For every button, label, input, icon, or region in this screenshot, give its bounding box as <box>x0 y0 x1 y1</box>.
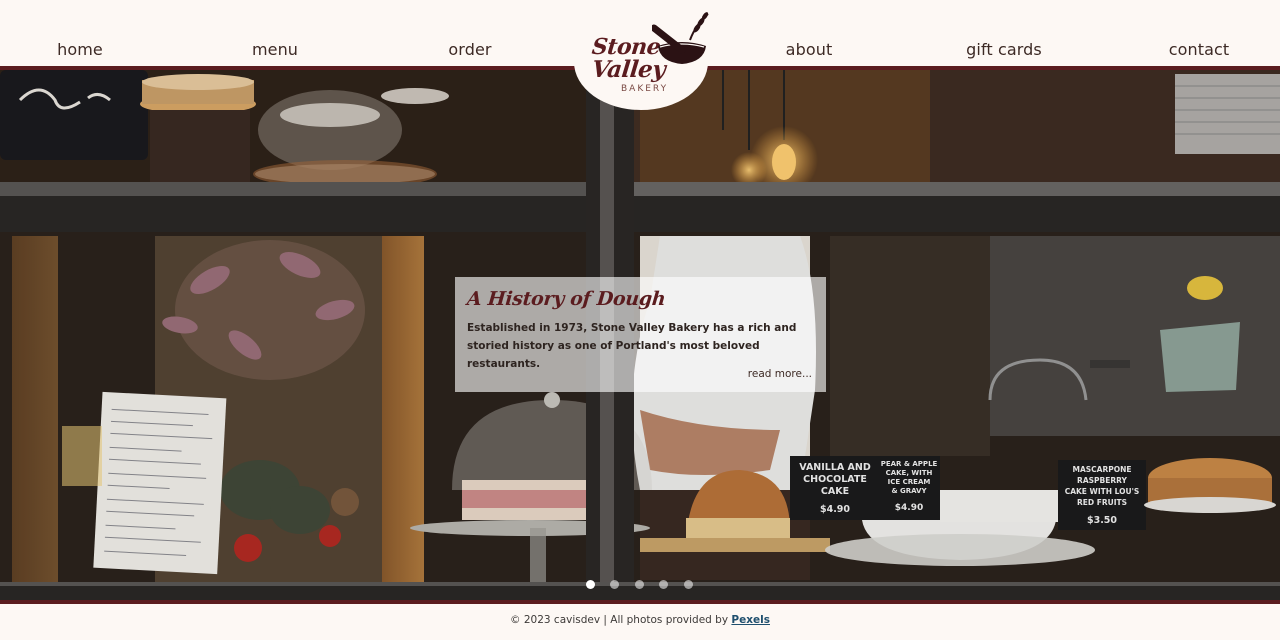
nav-home-link[interactable]: home <box>57 40 103 59</box>
nav-about-link[interactable]: about <box>786 40 833 59</box>
slide-dot-5[interactable] <box>684 580 693 589</box>
caption-title: A History of Dough <box>466 288 667 310</box>
slide-dot-4[interactable] <box>659 580 668 589</box>
slide-dot-3[interactable] <box>635 580 644 589</box>
read-more-link[interactable]: read more... <box>748 368 812 380</box>
nav-menu-link[interactable]: menu <box>252 40 298 59</box>
site-logo[interactable]: Stone Valley BAKERY <box>574 0 709 110</box>
slide-dot-1[interactable] <box>586 580 595 589</box>
footer-credits: © 2023 cavisdev | All photos provided by… <box>0 614 1280 626</box>
pexels-link[interactable]: Pexels <box>731 614 770 626</box>
nav-gift-cards-link[interactable]: gift cards <box>966 40 1042 59</box>
hero-caption-card: A History of Dough Established in 1973, … <box>455 277 826 392</box>
logo-text-bakery: BAKERY <box>621 84 669 94</box>
caption-text: Established in 1973, Stone Valley Bakery… <box>467 322 797 370</box>
footer-copyright-text: © 2023 cavisdev | All photos provided by <box>510 614 729 626</box>
site-footer: © 2023 cavisdev | All photos provided by… <box>0 604 1280 640</box>
nav-contact-link[interactable]: contact <box>1169 40 1230 59</box>
mortar-and-pestle-icon <box>652 12 709 64</box>
slide-dot-2[interactable] <box>610 580 619 589</box>
hero-slideshow: VANILLA AND CHOCOLATE CAKE $4.90 PEAR & … <box>0 70 1280 600</box>
nav-order-link[interactable]: order <box>448 40 491 59</box>
